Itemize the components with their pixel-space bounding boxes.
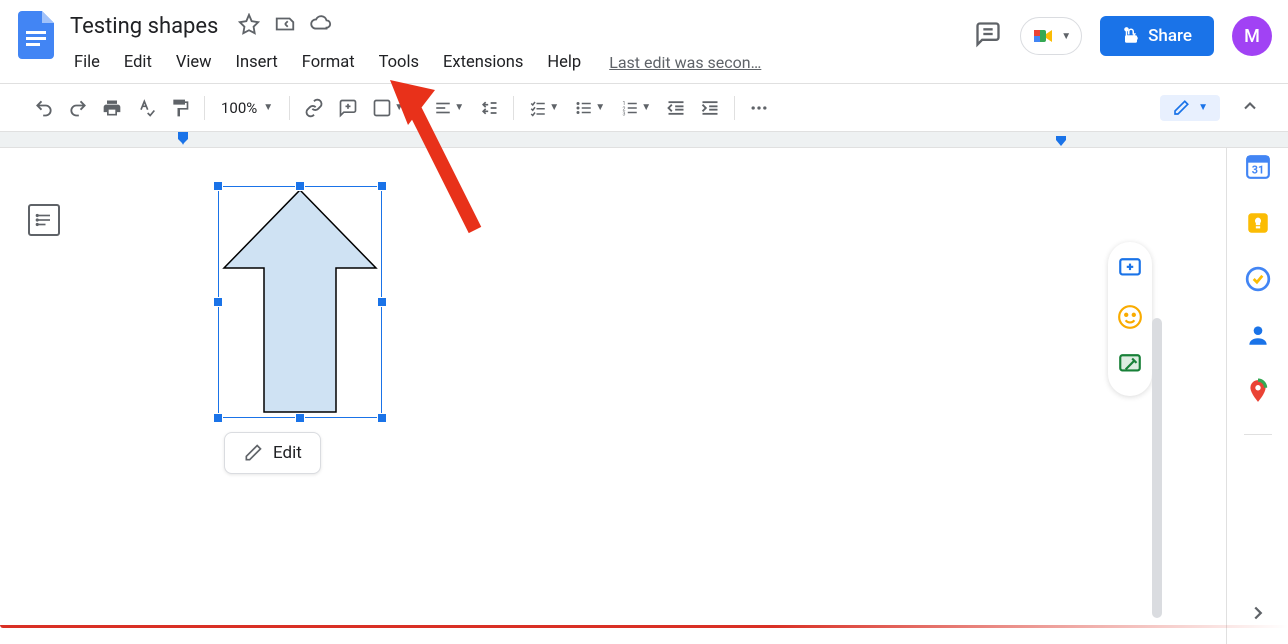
- resize-handle-n[interactable]: [295, 181, 305, 191]
- image-options-button[interactable]: ▼: [366, 92, 410, 124]
- suggest-edits-icon[interactable]: [1117, 352, 1143, 382]
- edit-label: Edit: [273, 443, 302, 463]
- main-area: Edit 31: [0, 148, 1288, 628]
- menu-view[interactable]: View: [166, 49, 222, 76]
- resize-handle-s[interactable]: [295, 413, 305, 423]
- menu-insert[interactable]: Insert: [226, 49, 288, 76]
- selected-drawing[interactable]: [218, 186, 382, 418]
- edit-drawing-button[interactable]: Edit: [224, 432, 321, 474]
- align-button[interactable]: ▼: [427, 92, 471, 124]
- docs-app-icon[interactable]: [16, 8, 56, 62]
- increase-indent-button[interactable]: [694, 92, 726, 124]
- contacts-app-icon[interactable]: [1245, 322, 1271, 348]
- resize-handle-sw[interactable]: [213, 413, 223, 423]
- resize-handle-e[interactable]: [377, 297, 387, 307]
- checklist-button[interactable]: ▼: [522, 92, 566, 124]
- document-canvas[interactable]: Edit: [0, 148, 1226, 628]
- share-button[interactable]: Share: [1100, 16, 1214, 56]
- star-icon[interactable]: [238, 13, 260, 39]
- menu-extensions[interactable]: Extensions: [433, 49, 533, 76]
- scrollbar-thumb[interactable]: [1152, 318, 1162, 618]
- bulleted-list-button[interactable]: ▼: [568, 92, 612, 124]
- menu-tools[interactable]: Tools: [369, 49, 429, 76]
- more-tools-button[interactable]: [743, 92, 775, 124]
- ruler[interactable]: ▾: [0, 132, 1288, 148]
- move-icon[interactable]: [274, 13, 296, 39]
- maps-app-icon[interactable]: [1245, 378, 1271, 404]
- spellcheck-button[interactable]: [130, 92, 162, 124]
- comments-history-icon[interactable]: [974, 20, 1002, 52]
- collapse-toolbar-button[interactable]: [1240, 96, 1260, 120]
- svg-text:3: 3: [623, 111, 626, 117]
- chevron-down-icon: ▼: [1061, 31, 1071, 42]
- floating-comment-tools: [1108, 242, 1152, 396]
- decrease-indent-button[interactable]: [660, 92, 692, 124]
- keep-app-icon[interactable]: [1245, 210, 1271, 236]
- numbered-list-button[interactable]: 123▼: [614, 92, 658, 124]
- menu-help[interactable]: Help: [537, 49, 591, 76]
- app-header: Testing shapes File Edit View Insert For…: [0, 0, 1288, 84]
- editing-mode-button[interactable]: ▼: [1160, 95, 1220, 121]
- menu-bar: File Edit View Insert Format Tools Exten…: [64, 44, 974, 80]
- document-title[interactable]: Testing shapes: [64, 12, 224, 41]
- menu-file[interactable]: File: [64, 49, 110, 76]
- paint-format-button[interactable]: [164, 92, 196, 124]
- insert-link-button[interactable]: [298, 92, 330, 124]
- resize-handle-w[interactable]: [213, 297, 223, 307]
- tasks-app-icon[interactable]: [1245, 266, 1271, 292]
- add-comment-button[interactable]: [332, 92, 364, 124]
- menu-format[interactable]: Format: [292, 49, 365, 76]
- cloud-status-icon[interactable]: [310, 13, 332, 39]
- outline-toggle-button[interactable]: [28, 204, 60, 236]
- line-spacing-button[interactable]: [473, 92, 505, 124]
- meet-button[interactable]: ▼: [1020, 17, 1082, 55]
- account-avatar[interactable]: M: [1232, 16, 1272, 56]
- side-panel: 31: [1226, 148, 1288, 644]
- header-right: ▼ Share M: [974, 16, 1272, 56]
- add-comment-icon[interactable]: [1117, 256, 1143, 286]
- resize-handle-ne[interactable]: [377, 181, 387, 191]
- toolbar: 100%▼ ▼ ▼ ▼ ▼ 123▼ ▼: [0, 84, 1288, 132]
- resize-handle-se[interactable]: [377, 413, 387, 423]
- last-edit-link[interactable]: Last edit was secon…: [609, 53, 761, 72]
- emoji-reaction-icon[interactable]: [1117, 304, 1143, 334]
- resize-handle-nw[interactable]: [213, 181, 223, 191]
- redo-button[interactable]: [62, 92, 94, 124]
- title-area: Testing shapes File Edit View Insert For…: [64, 8, 974, 80]
- share-label: Share: [1148, 26, 1192, 46]
- print-button[interactable]: [96, 92, 128, 124]
- undo-button[interactable]: [28, 92, 60, 124]
- zoom-select[interactable]: 100%▼: [213, 99, 281, 117]
- svg-text:31: 31: [1251, 164, 1263, 177]
- menu-edit[interactable]: Edit: [114, 49, 162, 76]
- calendar-app-icon[interactable]: 31: [1245, 154, 1271, 180]
- up-arrow-shape: [218, 186, 382, 418]
